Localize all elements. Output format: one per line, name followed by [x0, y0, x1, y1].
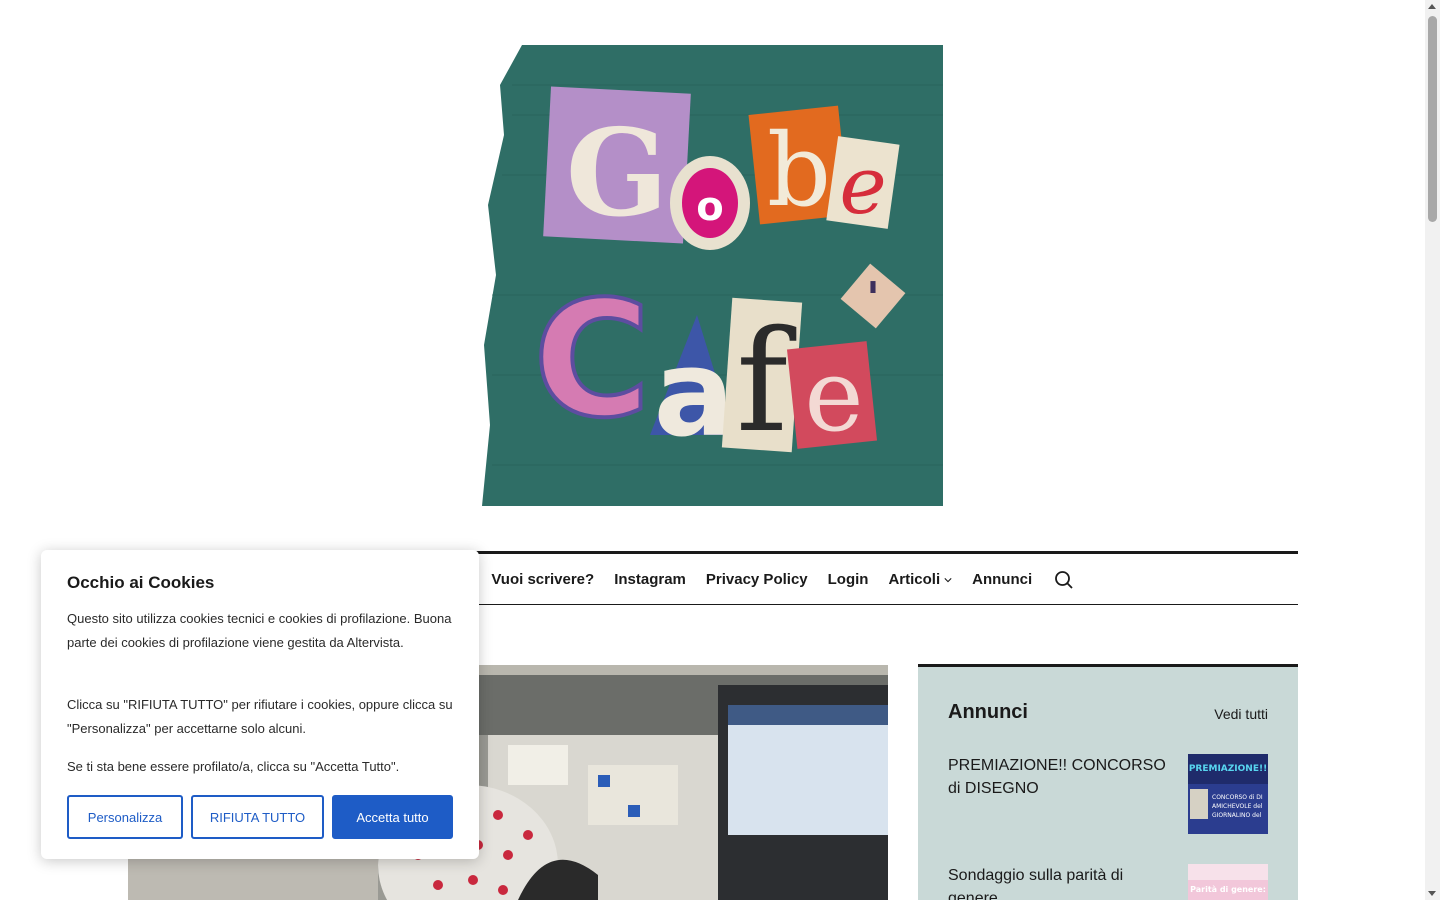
- logo-letter-o: o: [696, 184, 723, 230]
- cookie-text-2: Clicca su "RIFIUTA TUTTO" per rifiutare …: [67, 697, 453, 736]
- thumb-caption: Parità di genere:: [1190, 885, 1266, 894]
- scroll-down-icon[interactable]: [1428, 891, 1436, 896]
- nav-item-articoli-label: Articoli: [888, 571, 941, 588]
- logo-letter-g: G: [566, 103, 668, 244]
- chevron-down-icon: [944, 577, 952, 582]
- announcement-thumbnail[interactable]: Parità di genere:: [1188, 864, 1268, 900]
- nav-item-privacy-policy[interactable]: Privacy Policy: [706, 571, 808, 588]
- announcement-title[interactable]: Sondaggio sulla parità di genere: [948, 864, 1173, 900]
- thumb-caption: PREMIAZIONE!!: [1189, 764, 1267, 774]
- nav-item-login[interactable]: Login: [828, 571, 869, 588]
- thumb-sub-1: CONCORSO di DI: [1212, 794, 1263, 801]
- thumb-sub-3: GIORNALINO del: [1212, 812, 1262, 819]
- list-item: PREMIAZIONE!! CONCORSO di DISEGNO PREMIA…: [948, 754, 1268, 834]
- logo-letter-c: C: [533, 266, 650, 453]
- cookie-text-1: Questo sito utilizza cookies tecnici e c…: [67, 611, 452, 650]
- page-scrollbar[interactable]: [1425, 0, 1440, 900]
- nav-item-instagram[interactable]: Instagram: [614, 571, 686, 588]
- nav-item-vuoi-scrivere[interactable]: Vuoi scrivere?: [491, 571, 594, 588]
- search-icon[interactable]: [1054, 570, 1074, 590]
- cookie-banner: Occhio ai Cookies Questo sito utilizza c…: [41, 550, 479, 859]
- logo-letter-e2: e: [804, 337, 863, 454]
- announcement-image: PREMIAZIONE!! CONCORSO di DI AMICHEVOLE …: [1188, 754, 1268, 834]
- sidebar-title: Annunci: [948, 701, 1028, 723]
- reject-all-button[interactable]: RIFIUTA TUTTO: [191, 795, 324, 839]
- logo-apostrophe: ': [866, 273, 879, 324]
- nav-items: lar Vuoi scrivere? Instagram Privacy Pol…: [453, 554, 1074, 605]
- cookie-text-3: Se ti sta bene essere profilato/a, clicc…: [67, 759, 400, 774]
- scroll-up-icon[interactable]: [1428, 4, 1436, 9]
- logo-letter-e: e: [839, 139, 886, 232]
- logo-graphic: G o b e C a f e ': [482, 45, 943, 506]
- announcement-title[interactable]: PREMIAZIONE!! CONCORSO di DISEGNO: [948, 754, 1173, 800]
- nav-item-annunci[interactable]: Annunci: [972, 571, 1032, 588]
- nav-item-articoli[interactable]: Articoli: [888, 571, 952, 588]
- list-item: Sondaggio sulla parità di genere Parità …: [948, 864, 1268, 900]
- sidebar-annunci: Annunci Vedi tutti PREMIAZIONE!! CONCORS…: [918, 664, 1298, 900]
- customize-button[interactable]: Personalizza: [67, 795, 183, 839]
- announcement-image: Parità di genere:: [1188, 864, 1268, 900]
- see-all-link[interactable]: Vedi tutti: [1214, 706, 1268, 722]
- site-logo[interactable]: G o b e C a f e ': [482, 45, 943, 506]
- logo-letter-b: b: [767, 112, 831, 229]
- accept-all-button[interactable]: Accetta tutto: [332, 795, 453, 839]
- thumb-sub-2: AMICHEVOLE del: [1212, 803, 1263, 810]
- scrollbar-thumb[interactable]: [1428, 16, 1437, 222]
- announcement-thumbnail[interactable]: PREMIAZIONE!! CONCORSO di DI AMICHEVOLE …: [1188, 754, 1268, 834]
- cookie-title: Occhio ai Cookies: [67, 573, 215, 592]
